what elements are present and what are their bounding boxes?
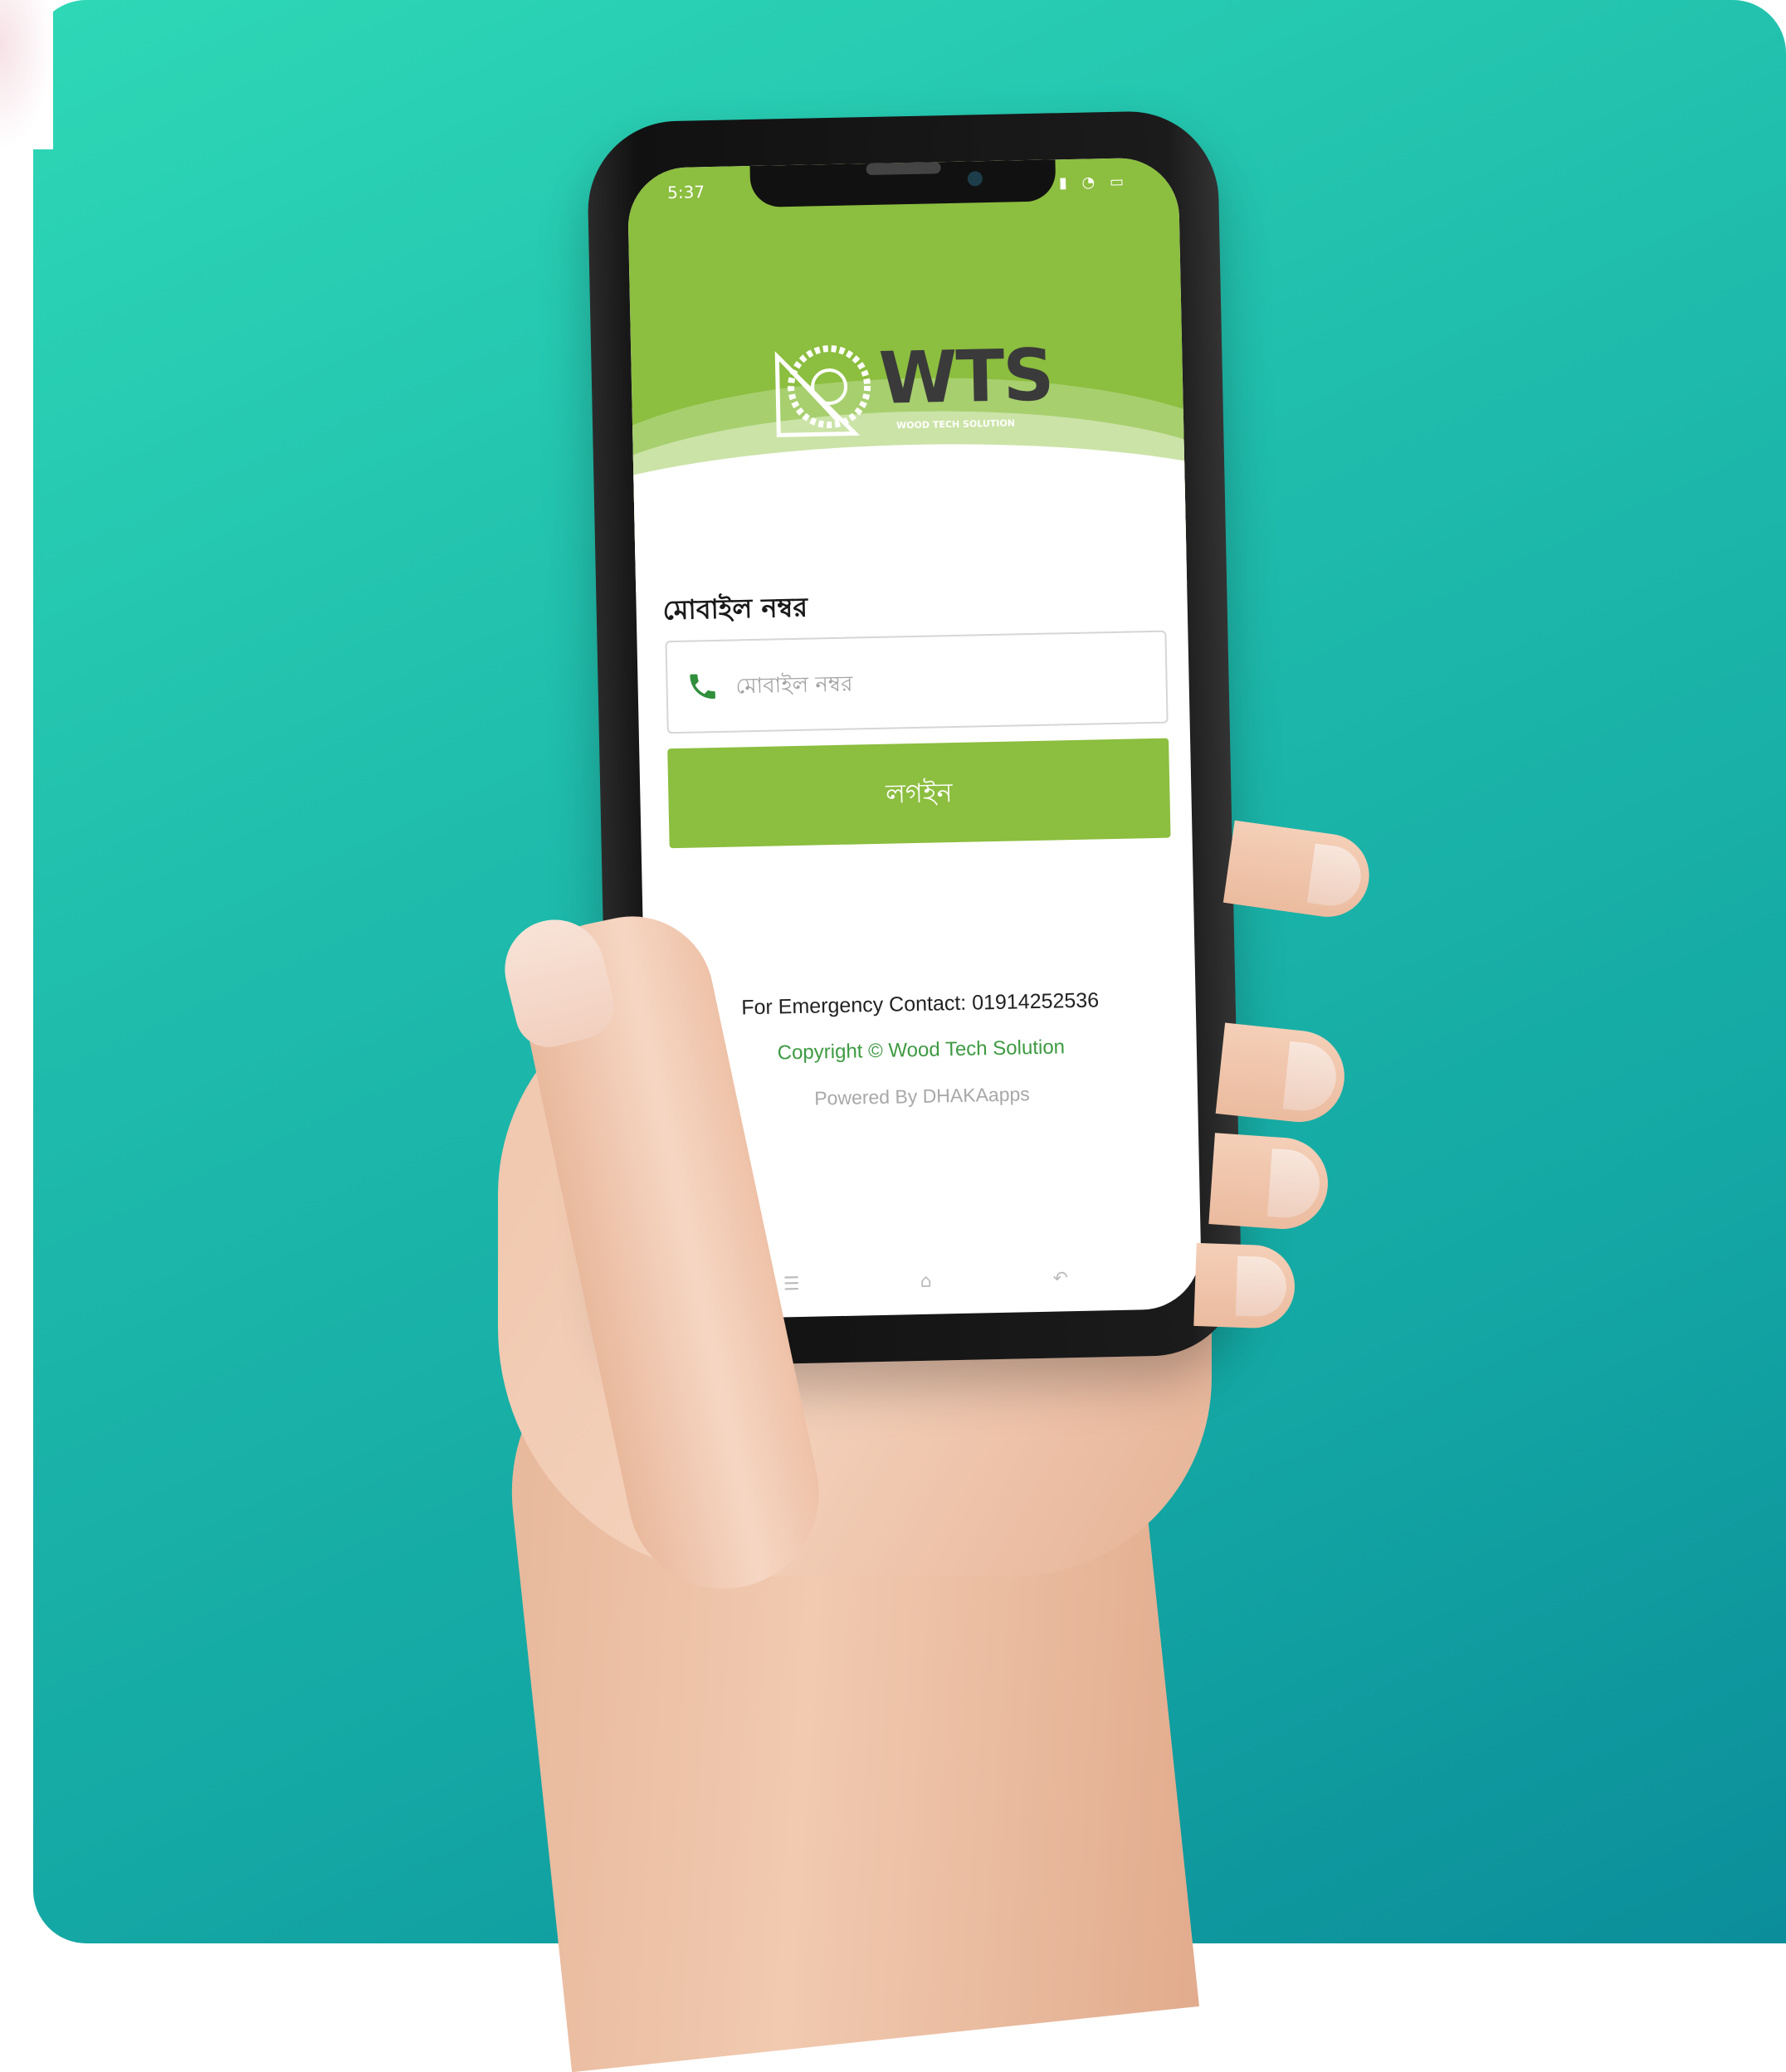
signal-icon: ▮ <box>1058 173 1073 193</box>
saw-blade-icon <box>774 345 871 437</box>
battery-icon: ▭ <box>1109 173 1130 191</box>
emergency-contact: For Emergency Contact: 01914252536 <box>741 988 1100 1020</box>
mobile-number-input[interactable] <box>734 654 1137 711</box>
fingernail <box>1267 1148 1322 1221</box>
wts-logo: WTS WOOD TECH SOLUTION <box>770 334 1054 439</box>
corner-decoration <box>0 0 53 149</box>
login-button[interactable]: লগইন <box>667 738 1171 849</box>
mobile-number-field[interactable] <box>665 630 1169 734</box>
logo-text: WTS <box>877 334 1054 421</box>
fingernail <box>1282 1041 1340 1114</box>
fingernail <box>1306 843 1365 910</box>
menu-nav-icon[interactable]: ☰ <box>774 1274 808 1294</box>
mobile-number-label: মোবাইল নম্বর <box>662 591 808 626</box>
little-finger <box>1193 1242 1296 1330</box>
fingernail <box>1235 1255 1288 1318</box>
back-nav-icon[interactable]: ↶ <box>1043 1268 1076 1289</box>
status-time: 5:37 <box>666 182 705 203</box>
speaker <box>866 162 941 176</box>
logo-subtitle: WOOD TECH SOLUTION <box>895 417 1016 431</box>
home-nav-icon[interactable]: ⌂ <box>909 1270 942 1292</box>
header-banner: WTS WOOD TECH SOLUTION <box>627 157 1203 619</box>
wifi-icon: ◔ <box>1081 173 1100 192</box>
status-icons: ▮ ◔ ▭ <box>1059 173 1130 192</box>
phone-icon <box>686 670 720 704</box>
